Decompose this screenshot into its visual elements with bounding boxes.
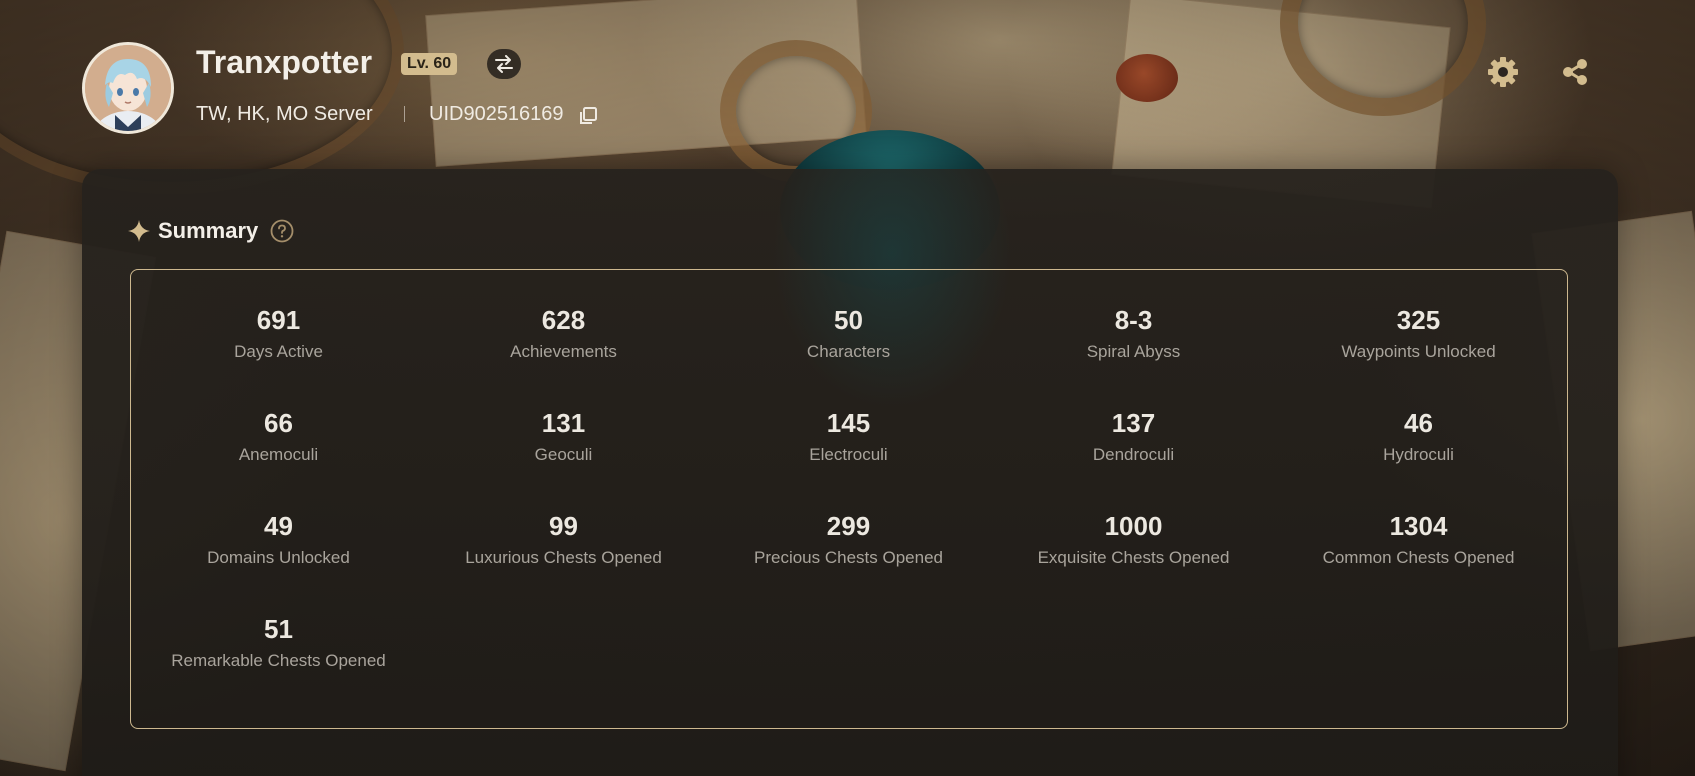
stat-label: Exquisite Chests Opened xyxy=(1037,548,1230,567)
stat-value: 8-3 xyxy=(1114,305,1153,335)
stat-value: 49 xyxy=(264,511,293,541)
stat-label: Luxurious Chests Opened xyxy=(465,548,662,567)
stat-label: Anemoculi xyxy=(238,445,319,464)
stat-remarkable-chests: 51 Remarkable Chests Opened xyxy=(136,613,421,716)
header-divider xyxy=(404,106,405,122)
share-icon xyxy=(1563,59,1587,85)
stat-hydroculi: 46 Hydroculi xyxy=(1276,407,1561,510)
stat-label: Remarkable Chests Opened xyxy=(171,651,386,670)
stat-value: 325 xyxy=(1396,305,1441,335)
server-name: TW, HK, MO Server xyxy=(196,103,373,125)
stat-value: 299 xyxy=(826,511,871,541)
stat-exquisite-chests: 1000 Exquisite Chests Opened xyxy=(991,510,1276,613)
stat-label: Spiral Abyss xyxy=(1086,342,1181,361)
stat-value: 66 xyxy=(264,408,293,438)
stat-label: Electroculi xyxy=(809,445,888,464)
stat-precious-chests: 299 Precious Chests Opened xyxy=(706,510,991,613)
switch-account-button[interactable] xyxy=(487,49,521,79)
swap-arrows-icon xyxy=(495,55,513,73)
stat-label: Days Active xyxy=(234,342,323,361)
stat-value: 145 xyxy=(826,408,871,438)
copy-uid-button[interactable] xyxy=(577,105,599,127)
stat-value: 628 xyxy=(541,305,586,335)
stat-common-chests: 1304 Common Chests Opened xyxy=(1276,510,1561,613)
stat-label: Dendroculi xyxy=(1092,445,1175,464)
stat-label: Hydroculi xyxy=(1383,445,1454,464)
stat-value: 50 xyxy=(834,305,863,335)
stat-label: Precious Chests Opened xyxy=(754,548,943,567)
stats-panel: 691 Days Active 628 Achievements 50 Char… xyxy=(130,269,1568,729)
summary-title: Summary xyxy=(158,218,259,243)
stat-value: 691 xyxy=(256,305,301,335)
stat-value: 99 xyxy=(549,511,578,541)
stat-label: Common Chests Opened xyxy=(1322,548,1515,567)
stat-label: Domains Unlocked xyxy=(207,548,350,567)
profile-header: Tranxpotter Lv. 60 TW, HK, MO Server UID… xyxy=(82,42,1635,134)
summary-header: Summary xyxy=(128,217,294,245)
summary-card: Summary 691 Days Active 628 Achievements… xyxy=(82,169,1618,776)
stat-spiral-abyss: 8-3 Spiral Abyss xyxy=(991,304,1276,407)
stat-dendroculi: 137 Dendroculi xyxy=(991,407,1276,510)
gear-icon xyxy=(1488,57,1518,87)
uid-text: UID902516169 xyxy=(429,103,564,125)
stat-luxurious-chests: 99 Luxurious Chests Opened xyxy=(421,510,706,613)
stat-geoculi: 131 Geoculi xyxy=(421,407,706,510)
share-button[interactable] xyxy=(1551,48,1599,96)
level-badge: Lv. 60 xyxy=(401,53,458,75)
character-portrait xyxy=(85,45,171,131)
avatar[interactable] xyxy=(82,42,174,134)
sparkle-icon xyxy=(128,220,150,242)
stat-anemoculi: 66 Anemoculi xyxy=(136,407,421,510)
stat-electroculi: 145 Electroculi xyxy=(706,407,991,510)
player-name: Tranxpotter xyxy=(196,44,373,80)
question-icon[interactable] xyxy=(270,219,294,243)
stats-grid: 691 Days Active 628 Achievements 50 Char… xyxy=(131,304,1574,716)
stat-domains-unlocked: 49 Domains Unlocked xyxy=(136,510,421,613)
stat-label: Achievements xyxy=(510,342,617,361)
stat-value: 51 xyxy=(264,614,293,644)
stat-label: Waypoints Unlocked xyxy=(1341,342,1496,361)
stat-achievements: 628 Achievements xyxy=(421,304,706,407)
stat-days-active: 691 Days Active xyxy=(136,304,421,407)
stat-value: 137 xyxy=(1111,408,1156,438)
stat-waypoints-unlocked: 325 Waypoints Unlocked xyxy=(1276,304,1561,407)
stat-label: Geoculi xyxy=(534,445,593,464)
stat-value: 1304 xyxy=(1389,511,1448,541)
stat-label: Characters xyxy=(806,342,891,361)
settings-button[interactable] xyxy=(1479,48,1527,96)
copy-icon xyxy=(580,107,597,124)
stat-characters: 50 Characters xyxy=(706,304,991,407)
stat-value: 1000 xyxy=(1104,511,1163,541)
stat-value: 131 xyxy=(541,408,586,438)
stat-value: 46 xyxy=(1404,408,1433,438)
